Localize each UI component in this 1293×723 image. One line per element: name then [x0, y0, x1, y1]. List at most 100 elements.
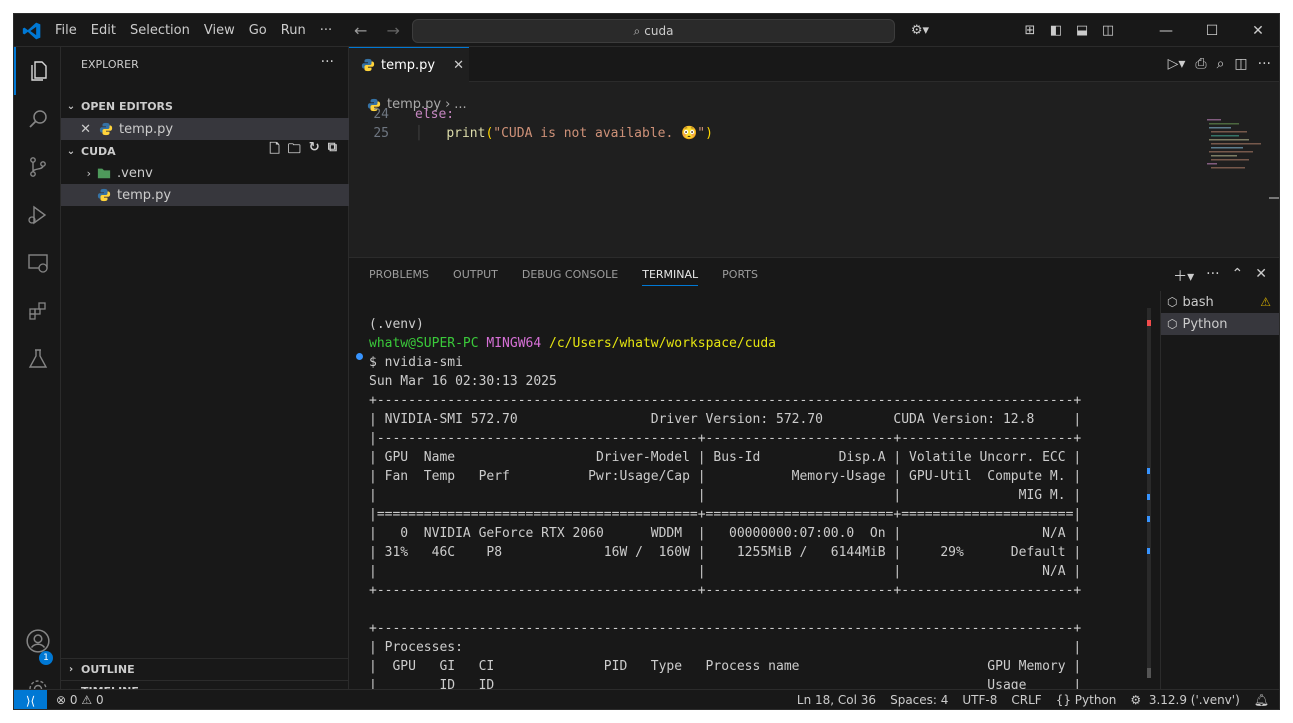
notifications-bell-icon[interactable]: 🔔︎ — [1254, 693, 1269, 707]
problems-status[interactable]: ⊗ 0 ⚠ 0 — [56, 693, 104, 707]
code-line: else: — [415, 107, 455, 122]
run-debug-activity-icon[interactable] — [14, 191, 61, 239]
tab-debug-console[interactable]: DEBUG CONSOLE — [522, 268, 618, 286]
run-file-icon[interactable]: ▷▾ — [1168, 56, 1186, 72]
source-control-activity-icon[interactable] — [14, 143, 61, 191]
command-center-search[interactable]: ⌕ cuda — [412, 19, 895, 43]
menu-file[interactable]: File — [48, 23, 84, 38]
collapse-all-icon[interactable]: ⧉ — [328, 140, 337, 162]
menu-run[interactable]: Run — [274, 23, 313, 38]
tab-label: temp.py — [381, 57, 436, 73]
terminal-list: ⬡ bash ⚠ ⬡ Python — [1160, 291, 1279, 690]
editor-scrollbar-thumb[interactable] — [1269, 197, 1279, 199]
tree-item-temp-py[interactable]: temp.py — [61, 184, 349, 206]
search-icon: ⌕ — [633, 23, 641, 38]
folder-section[interactable]: ⌄ CUDA 🗋 🗀 ↻ ⧉ — [61, 140, 349, 162]
command-decoration-dot[interactable] — [356, 353, 363, 360]
find-icon[interactable]: ⌕ — [1217, 56, 1225, 72]
print-icon[interactable]: ⎙ — [1195, 56, 1206, 72]
remote-indicator-icon[interactable]: ⟩⟨ — [14, 690, 47, 709]
remote-explorer-activity-icon[interactable] — [14, 239, 61, 287]
terminal-item-python[interactable]: ⬡ Python — [1161, 313, 1279, 335]
split-editor-icon[interactable]: ◫ — [1234, 56, 1247, 72]
toggle-sidebar-icon[interactable]: ◧ — [1043, 23, 1069, 38]
menu-edit[interactable]: Edit — [84, 23, 123, 38]
terminal-item-bash[interactable]: ⬡ bash ⚠ — [1161, 291, 1279, 313]
toggle-panel-icon[interactable]: ⬓ — [1069, 23, 1095, 38]
line-number: 25 — [373, 126, 389, 141]
outline-section[interactable]: › OUTLINE — [61, 658, 349, 680]
terminal-line: +---------------------------------------… — [369, 621, 1082, 636]
terminal-line: $ nvidia-smi — [369, 355, 463, 370]
python-file-icon — [361, 58, 375, 72]
minimize-icon[interactable]: — — [1143, 14, 1189, 47]
toggle-secondary-sidebar-icon[interactable]: ◫ — [1095, 23, 1121, 38]
terminal-icon: ⬡ — [1167, 295, 1178, 309]
accounts-badge: 1 — [39, 651, 53, 665]
forward-arrow-icon[interactable]: → — [387, 21, 400, 40]
end-of-line[interactable]: CRLF — [1011, 693, 1041, 707]
testing-activity-icon[interactable] — [14, 335, 61, 383]
files-icon — [30, 61, 47, 81]
tab-temp-py[interactable]: temp.py ✕ — [349, 47, 469, 82]
remote-explorer-icon — [27, 254, 48, 273]
new-file-icon[interactable]: 🗋 — [269, 140, 279, 162]
chevron-down-icon: ⌄ — [66, 100, 76, 112]
explorer-more-actions[interactable]: ··· — [321, 54, 334, 70]
back-arrow-icon[interactable]: ← — [354, 21, 367, 40]
chevron-down-icon: ⌄ — [66, 145, 76, 157]
open-editors-label: OPEN EDITORS — [81, 99, 173, 113]
customize-layout-icon[interactable]: ⊞ — [1017, 23, 1043, 38]
tab-ports[interactable]: PORTS — [722, 268, 758, 286]
extensions-activity-icon[interactable] — [14, 287, 61, 335]
terminal-line: | | | N/A | — [369, 564, 1082, 579]
title-bar: File Edit Selection View Go Run ··· ← → … — [14, 14, 1279, 47]
chevron-right-icon: › — [86, 166, 91, 180]
language-mode[interactable]: {} Python — [1056, 693, 1117, 707]
menu-view[interactable]: View — [197, 23, 242, 38]
terminal-scrollbar[interactable] — [1144, 308, 1158, 678]
more-actions-icon[interactable]: ··· — [1258, 56, 1271, 72]
refresh-icon[interactable]: ↻ — [309, 140, 320, 162]
new-folder-icon[interactable]: 🗀 — [288, 140, 301, 162]
more-actions-icon[interactable]: ··· — [1206, 266, 1219, 286]
minimap[interactable] — [1205, 117, 1265, 197]
bottom-panel: PROBLEMS OUTPUT DEBUG CONSOLE TERMINAL P… — [349, 257, 1279, 693]
terminal-output[interactable]: (.venv) whatw@SUPER-PC MINGW64 /c/Users/w… — [369, 315, 1149, 693]
explorer-activity-icon[interactable] — [14, 47, 61, 95]
tab-problems[interactable]: PROBLEMS — [369, 268, 429, 286]
magnifier-icon — [28, 110, 47, 128]
tab-terminal[interactable]: TERMINAL — [642, 268, 699, 286]
search-activity-icon[interactable] — [14, 95, 61, 143]
close-window-icon[interactable]: ✕ — [1235, 14, 1279, 47]
copilot-icon[interactable]: ⚙▾ — [907, 23, 933, 38]
tree-item-label: .venv — [117, 165, 153, 181]
close-panel-icon[interactable]: ✕ — [1255, 266, 1267, 286]
close-icon[interactable]: ✕ — [453, 58, 464, 73]
warning-count: 0 — [95, 693, 104, 707]
breadcrumb-more[interactable]: ... — [454, 97, 466, 112]
warning-icon[interactable]: ⚠ — [1260, 295, 1271, 309]
maximize-panel-icon[interactable]: ⌃ — [1232, 266, 1244, 286]
menu-selection[interactable]: Selection — [123, 23, 197, 38]
new-terminal-icon[interactable]: ＋▾ — [1173, 266, 1194, 286]
open-editor-filename: temp.py — [119, 121, 174, 137]
maximize-icon[interactable]: ☐ — [1189, 14, 1235, 47]
menu-more[interactable]: ··· — [313, 23, 339, 38]
terminal-line: | Processes: | — [369, 640, 1082, 655]
indentation[interactable]: Spaces: 4 — [890, 693, 948, 707]
accounts-activity-icon[interactable] — [14, 617, 61, 665]
close-icon[interactable]: ✕ — [61, 122, 99, 137]
tree-item-venv[interactable]: › .venv — [61, 162, 349, 184]
python-interpreter[interactable]: ⚙ 3.12.9 ('.venv') — [1130, 693, 1239, 707]
tab-output[interactable]: OUTPUT — [453, 268, 498, 286]
cursor-position[interactable]: Ln 18, Col 36 — [797, 693, 876, 707]
open-editors-section[interactable]: ⌄ OPEN EDITORS — [61, 95, 349, 117]
open-editor-item[interactable]: ✕ temp.py — [61, 118, 349, 140]
terminal-line: |---------------------------------------… — [369, 431, 1082, 446]
window-controls: — ☐ ✕ — [1143, 14, 1279, 47]
folder-label: CUDA — [81, 144, 116, 158]
encoding[interactable]: UTF-8 — [962, 693, 997, 707]
menu-go[interactable]: Go — [242, 23, 274, 38]
